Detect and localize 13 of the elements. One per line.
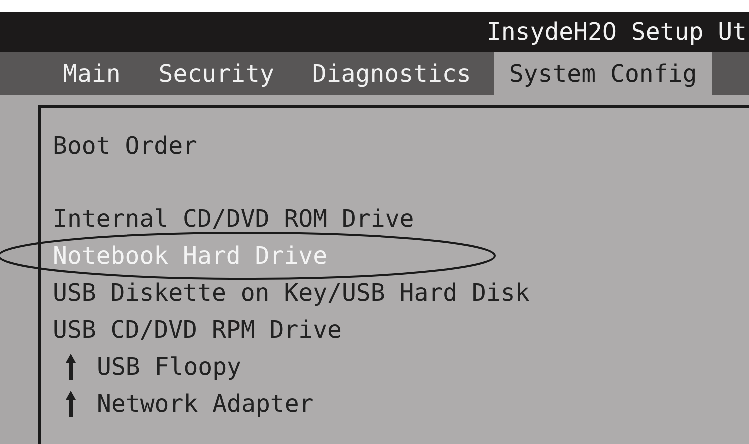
up-arrow-icon — [65, 390, 77, 416]
up-arrow-icon — [65, 354, 77, 380]
boot-device-item[interactable]: USB Floopy — [97, 352, 242, 380]
boot-device-item[interactable]: USB Diskette on Key/USB Hard Disk — [53, 278, 530, 306]
tab[interactable]: Diagnostics — [297, 52, 486, 95]
tab[interactable]: Security — [144, 52, 290, 95]
boot-device-item[interactable]: USB CD/DVD RPM Drive — [53, 316, 342, 344]
tab[interactable]: Main — [48, 52, 136, 95]
window-title: InsydeH2O Setup Ut — [486, 18, 747, 46]
section-heading: Boot Order — [53, 131, 198, 162]
boot-device-item[interactable]: Network Adapter — [97, 390, 314, 418]
boot-device-item[interactable]: Internal CD/DVD ROM Drive — [53, 204, 414, 232]
tab[interactable]: System Config — [494, 52, 712, 95]
